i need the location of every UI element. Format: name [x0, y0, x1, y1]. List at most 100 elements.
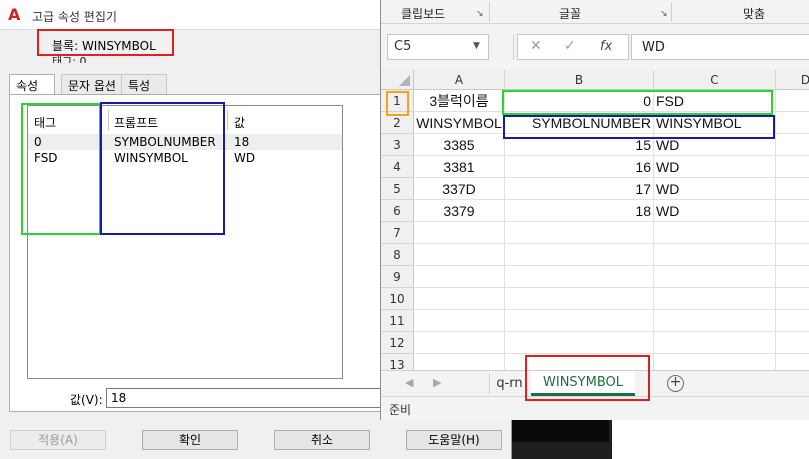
cell-a[interactable] — [414, 222, 505, 244]
column-header-c[interactable]: C — [654, 70, 776, 90]
select-all-triangle-icon — [399, 75, 410, 86]
cell-b[interactable] — [505, 332, 654, 354]
cell-d[interactable] — [776, 332, 809, 354]
cell-d[interactable] — [776, 90, 809, 112]
column-header-value[interactable]: 값 — [234, 114, 245, 131]
column-header-a[interactable]: A — [414, 70, 505, 90]
annotation-box-blue — [100, 102, 225, 235]
cancel-button[interactable]: 취소 — [274, 430, 370, 450]
ribbon-group-clipboard: 클립보드 — [401, 7, 446, 21]
row-header[interactable]: 13 — [381, 354, 414, 370]
cancel-icon[interactable]: ✕ — [530, 38, 542, 54]
cell-a[interactable]: 3381 — [414, 156, 505, 178]
column-header-d[interactable]: D — [776, 70, 809, 90]
cell-a[interactable] — [414, 354, 505, 370]
cell-d[interactable] — [776, 354, 809, 370]
tab-text-options[interactable]: 문자 옵션 — [61, 74, 125, 94]
annotation-box-orange — [386, 91, 409, 116]
cell-d[interactable] — [776, 112, 809, 134]
row-header[interactable]: 9 — [381, 266, 414, 288]
tab-attribute[interactable]: 속성 — [9, 74, 55, 96]
cell-d[interactable] — [776, 266, 809, 288]
enter-check-icon[interactable]: ✓ — [564, 38, 576, 54]
apply-button[interactable]: 적용(A) — [10, 430, 106, 450]
sheet-tab-q-rn[interactable]: q-rn — [489, 374, 529, 394]
dialog-title: 고급 속성 편집기 — [32, 10, 117, 24]
row-header[interactable]: 11 — [381, 310, 414, 332]
formula-bar-divider — [513, 34, 514, 60]
tab-properties[interactable]: 특성 — [121, 74, 167, 94]
autocad-logo-icon: A — [8, 5, 21, 24]
cell-c[interactable]: WD — [654, 178, 776, 200]
cell-c[interactable]: WD — [654, 200, 776, 222]
cell-b[interactable]: 16 — [505, 156, 654, 178]
row-header[interactable]: 3 — [381, 134, 414, 156]
row-value: WD — [234, 151, 256, 165]
cell-a[interactable]: 337D — [414, 178, 505, 200]
cell-b[interactable] — [505, 310, 654, 332]
chevron-down-icon[interactable]: ▼ — [473, 41, 480, 51]
cell-d[interactable] — [776, 244, 809, 266]
cell-a[interactable] — [414, 332, 505, 354]
cell-c[interactable] — [654, 266, 776, 288]
ribbon-divider — [489, 2, 490, 22]
cell-b[interactable]: 18 — [505, 200, 654, 222]
help-button[interactable]: 도움말(H) — [406, 430, 502, 450]
annotation-box-red — [525, 355, 650, 401]
row-header[interactable]: 8 — [381, 244, 414, 266]
cell-d[interactable] — [776, 134, 809, 156]
cell-b[interactable] — [505, 288, 654, 310]
cell-a[interactable] — [414, 310, 505, 332]
cell-b[interactable] — [505, 244, 654, 266]
ribbon-group-alignment: 맞춤 — [743, 7, 766, 21]
cell-c[interactable]: WD — [654, 156, 776, 178]
cell-a[interactable] — [414, 266, 505, 288]
cell-b[interactable]: 17 — [505, 178, 654, 200]
insert-function-icon[interactable]: fx — [600, 39, 612, 54]
cell-d[interactable] — [776, 178, 809, 200]
cell-c[interactable] — [654, 354, 776, 370]
cell-c[interactable] — [654, 288, 776, 310]
background-window — [612, 420, 809, 459]
row-header[interactable]: 12 — [381, 332, 414, 354]
taskbar-strip — [512, 420, 609, 442]
value-label: 값(V): — [70, 393, 103, 407]
row-header[interactable]: 4 — [381, 156, 414, 178]
ribbon-group-labels: 클립보드 ↘ 글꼴 ↘ 맞춤 — [381, 0, 809, 24]
cell-a[interactable]: 3379 — [414, 200, 505, 222]
cell-c[interactable] — [654, 332, 776, 354]
row-header[interactable]: 7 — [381, 222, 414, 244]
cell-a[interactable]: WINSYMBOL — [414, 112, 505, 134]
cell-a[interactable]: 3385 — [414, 134, 505, 156]
formula-bar[interactable]: WD — [631, 34, 809, 60]
row-header[interactable]: 6 — [381, 200, 414, 222]
scroll-right-icon[interactable]: ▶ — [433, 376, 441, 389]
cell-a[interactable] — [414, 288, 505, 310]
cell-d[interactable] — [776, 310, 809, 332]
column-header-b[interactable]: B — [505, 70, 654, 90]
cell-c[interactable] — [654, 222, 776, 244]
dialog-launcher-icon[interactable]: ↘ — [476, 9, 484, 19]
add-sheet-icon[interactable]: + — [667, 375, 684, 392]
annotation-box-red — [37, 29, 174, 56]
annotation-box-blue — [503, 115, 775, 139]
scroll-left-icon[interactable]: ◀ — [405, 376, 413, 389]
cell-b[interactable] — [505, 266, 654, 288]
cell-d[interactable] — [776, 222, 809, 244]
ok-button[interactable]: 확인 — [142, 430, 238, 450]
cell-c[interactable] — [654, 310, 776, 332]
column-divider[interactable] — [227, 110, 228, 130]
cell-a[interactable] — [414, 244, 505, 266]
cell-a[interactable]: 3블럭이름 — [414, 90, 505, 112]
dialog-launcher-icon[interactable]: ↘ — [660, 9, 668, 19]
cell-b[interactable] — [505, 222, 654, 244]
row-header[interactable]: 10 — [381, 288, 414, 310]
row-header[interactable]: 5 — [381, 178, 414, 200]
cell-d[interactable] — [776, 200, 809, 222]
cell-d[interactable] — [776, 288, 809, 310]
cell-c[interactable] — [654, 244, 776, 266]
select-all-button[interactable] — [381, 70, 414, 90]
cell-d[interactable] — [776, 156, 809, 178]
row-value: 18 — [234, 135, 250, 149]
ribbon-group-font: 글꼴 — [559, 7, 582, 21]
